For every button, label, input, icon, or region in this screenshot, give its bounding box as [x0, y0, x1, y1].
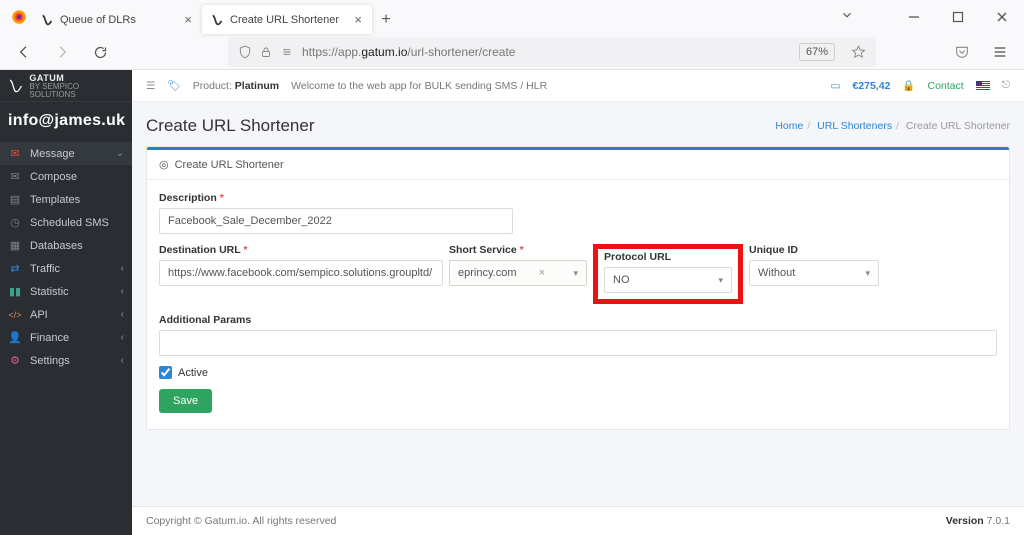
- breadcrumb: Home/ URL Shorteners/ Create URL Shorten…: [775, 120, 1010, 132]
- record-icon: ◎: [159, 158, 169, 171]
- finance-icon: 👤: [8, 331, 22, 344]
- brand: GATUM BY SEMPICO SOLUTIONS: [0, 70, 132, 102]
- sidebar-item-finance[interactable]: 👤Finance‹: [0, 326, 132, 349]
- chevron-left-icon: ‹: [121, 332, 124, 343]
- permissions-icon[interactable]: [280, 45, 294, 59]
- tab-queue-dlrs[interactable]: Queue of DLRs ×: [32, 5, 202, 34]
- protocol-highlight: Protocol URL NO ▾: [593, 244, 743, 304]
- gear-icon: ⚙: [8, 354, 22, 367]
- unique-id-select[interactable]: Without ▾: [749, 260, 879, 286]
- chevron-down-icon: ▾: [865, 268, 870, 279]
- breadcrumb-current: Create URL Shortener: [906, 120, 1010, 132]
- minimize-button[interactable]: [892, 0, 936, 34]
- page-title: Create URL Shortener: [146, 116, 315, 136]
- reload-button[interactable]: [86, 38, 114, 66]
- description-label: Description *: [159, 192, 513, 204]
- statistic-icon: ▮▮: [8, 285, 22, 298]
- sidebar-item-statistic[interactable]: ▮▮Statistic‹: [0, 280, 132, 303]
- contact-link[interactable]: Contact: [928, 80, 964, 92]
- chevron-down-icon: ⌄: [116, 148, 124, 159]
- product-label: Product: Platinum: [193, 80, 279, 92]
- url-text: https://app.gatum.io/url-shortener/creat…: [302, 45, 515, 59]
- balance[interactable]: €275,42: [852, 80, 890, 92]
- copyright: Copyright © Gatum.io. All rights reserve…: [146, 515, 336, 527]
- address-bar[interactable]: https://app.gatum.io/url-shortener/creat…: [228, 37, 876, 67]
- favicon-icon: [210, 13, 224, 27]
- clock-icon: ◷: [8, 216, 22, 229]
- active-checkbox[interactable]: Active: [159, 366, 997, 379]
- tab-title: Create URL Shortener: [230, 14, 339, 26]
- shield-icon[interactable]: [238, 45, 252, 59]
- unique-id-label: Unique ID: [749, 244, 879, 256]
- menu-icon[interactable]: [986, 38, 1014, 66]
- close-icon[interactable]: ×: [354, 12, 362, 27]
- sidebar: GATUM BY SEMPICO SOLUTIONS info@james.uk…: [0, 70, 132, 535]
- version: Version 7.0.1: [946, 515, 1010, 527]
- sidebar-item-compose[interactable]: ✉Compose: [0, 165, 132, 188]
- short-service-select[interactable]: eprincy.com × ▾: [449, 260, 587, 286]
- favicon-icon: [40, 13, 54, 27]
- templates-icon: ▤: [8, 193, 22, 206]
- tab-create-url-shortener[interactable]: Create URL Shortener ×: [202, 5, 372, 34]
- close-icon[interactable]: ×: [184, 12, 192, 27]
- tab-title: Queue of DLRs: [60, 14, 136, 26]
- logout-icon[interactable]: ⎋: [1002, 79, 1010, 92]
- topbar: ☰ 🏷 Product: Platinum Welcome to the web…: [132, 70, 1024, 102]
- welcome-text: Welcome to the web app for BULK sending …: [291, 80, 547, 92]
- api-icon: </>: [8, 310, 22, 320]
- zoom-badge[interactable]: 67%: [799, 43, 835, 61]
- pocket-icon[interactable]: [948, 38, 976, 66]
- protocol-select[interactable]: NO ▾: [604, 267, 732, 293]
- lock-icon[interactable]: [260, 46, 272, 58]
- bookmark-icon[interactable]: [851, 45, 866, 60]
- short-service-label: Short Service *: [449, 244, 587, 256]
- sidebar-item-databases[interactable]: ▦Databases: [0, 234, 132, 257]
- chevron-left-icon: ‹: [121, 263, 124, 274]
- flag-us-icon[interactable]: [976, 81, 990, 91]
- sidebar-item-scheduled-sms[interactable]: ◷Scheduled SMS: [0, 211, 132, 234]
- sidebar-item-message[interactable]: ✉ Message ⌄: [0, 142, 132, 165]
- breadcrumb-url-shorteners[interactable]: URL Shorteners: [817, 120, 892, 132]
- envelope-icon: ✉: [8, 147, 22, 160]
- save-button[interactable]: Save: [159, 389, 212, 413]
- forward-button[interactable]: [48, 38, 76, 66]
- hamburger-icon[interactable]: ☰: [146, 80, 155, 92]
- chevron-down-icon: ▾: [573, 268, 578, 279]
- breadcrumb-home[interactable]: Home: [775, 120, 803, 132]
- lock-icon: 🔒: [902, 79, 915, 92]
- chevron-left-icon: ‹: [121, 355, 124, 366]
- traffic-icon: ⇄: [8, 262, 22, 275]
- active-label: Active: [178, 367, 208, 379]
- wallet-icon: ▭: [831, 80, 841, 92]
- panel: ◎ Create URL Shortener Description * Des…: [146, 146, 1010, 430]
- compose-icon: ✉: [8, 170, 22, 183]
- database-icon: ▦: [8, 239, 22, 252]
- close-window-button[interactable]: [980, 0, 1024, 34]
- chevron-left-icon: ‹: [121, 286, 124, 297]
- sidebar-item-traffic[interactable]: ⇄Traffic‹: [0, 257, 132, 280]
- additional-params-label: Additional Params: [159, 314, 997, 326]
- sidebar-item-settings[interactable]: ⚙Settings‹: [0, 349, 132, 372]
- additional-params-input[interactable]: [159, 330, 997, 356]
- firefox-icon: [6, 0, 32, 34]
- tab-list-icon[interactable]: [840, 8, 854, 22]
- new-tab-button[interactable]: +: [372, 6, 400, 34]
- clear-icon[interactable]: ×: [539, 267, 545, 279]
- sidebar-item-api[interactable]: </>API‹: [0, 303, 132, 326]
- protocol-label: Protocol URL: [604, 251, 732, 263]
- back-button[interactable]: [10, 38, 38, 66]
- active-checkbox-input[interactable]: [159, 366, 172, 379]
- account-label: info@james.uk: [0, 102, 132, 142]
- chevron-left-icon: ‹: [121, 309, 124, 320]
- panel-title: Create URL Shortener: [175, 159, 284, 171]
- description-input[interactable]: [159, 208, 513, 234]
- tag-icon: 🏷: [167, 79, 180, 92]
- dest-url-input[interactable]: [159, 260, 443, 286]
- maximize-button[interactable]: [936, 0, 980, 34]
- chevron-down-icon: ▾: [718, 275, 723, 286]
- dest-url-label: Destination URL *: [159, 244, 443, 256]
- sidebar-item-templates[interactable]: ▤Templates: [0, 188, 132, 211]
